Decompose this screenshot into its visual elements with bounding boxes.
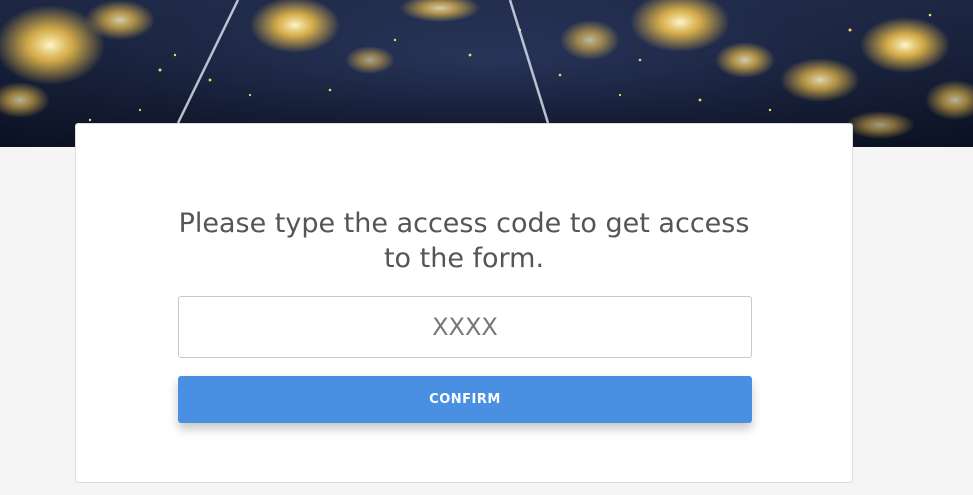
access-code-input[interactable] bbox=[178, 296, 752, 358]
page: Please type the access code to get acces… bbox=[0, 0, 973, 495]
access-code-card: Please type the access code to get acces… bbox=[75, 123, 853, 483]
access-code-prompt: Please type the access code to get acces… bbox=[76, 206, 852, 276]
confirm-button[interactable]: CONFIRM bbox=[178, 376, 752, 423]
prompt-text: Please type the access code to get acces… bbox=[178, 208, 750, 274]
